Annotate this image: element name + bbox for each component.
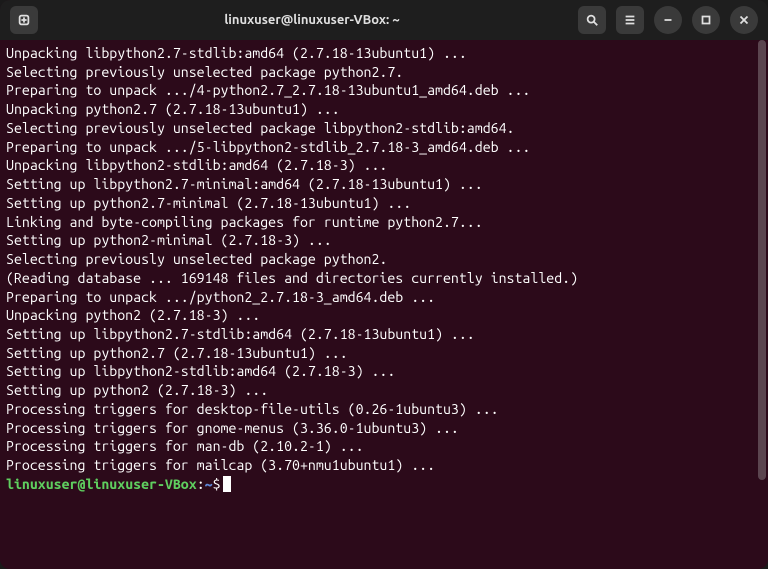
search-button[interactable] xyxy=(578,6,606,34)
terminal-line: Setting up libpython2.7-minimal:amd64 (2… xyxy=(6,175,762,194)
prompt-host: linuxuser-VBox xyxy=(85,476,196,492)
terminal-line: Linking and byte-compiling packages for … xyxy=(6,213,762,232)
terminal-line: Processing triggers for mailcap (3.70+nm… xyxy=(6,456,762,475)
terminal-body[interactable]: Unpacking libpython2.7-stdlib:amd64 (2.7… xyxy=(0,40,768,569)
terminal-line: Preparing to unpack .../4-python2.7_2.7.… xyxy=(6,81,762,100)
terminal-line: Processing triggers for gnome-menus (3.3… xyxy=(6,419,762,438)
terminal-line: Setting up libpython2-stdlib:amd64 (2.7.… xyxy=(6,362,762,381)
maximize-icon xyxy=(699,13,713,27)
maximize-button[interactable] xyxy=(692,6,720,34)
prompt-line: linuxuser@linuxuser-VBox:~$ xyxy=(6,475,762,494)
prompt-colon: : xyxy=(197,476,205,492)
terminal-line: Unpacking libpython2.7-stdlib:amd64 (2.7… xyxy=(6,44,762,63)
terminal-line: Preparing to unpack .../python2_2.7.18-3… xyxy=(6,288,762,307)
terminal-line: Unpacking python2.7 (2.7.18-13ubuntu1) .… xyxy=(6,100,762,119)
terminal-line: Setting up python2.7 (2.7.18-13ubuntu1) … xyxy=(6,344,762,363)
close-icon xyxy=(737,13,751,27)
cursor xyxy=(223,476,231,492)
terminal-line: Selecting previously unselected package … xyxy=(6,119,762,138)
new-tab-button[interactable] xyxy=(10,6,38,34)
titlebar: linuxuser@linuxuser-VBox: ~ xyxy=(0,0,768,40)
terminal-line: Selecting previously unselected package … xyxy=(6,250,762,269)
terminal-line: Setting up libpython2.7-stdlib:amd64 (2.… xyxy=(6,325,762,344)
terminal-line: Unpacking python2 (2.7.18-3) ... xyxy=(6,306,762,325)
prompt-path: ~ xyxy=(205,476,213,492)
prompt-user: linuxuser xyxy=(6,476,78,492)
terminal-line: Setting up python2 (2.7.18-3) ... xyxy=(6,381,762,400)
scrollbar[interactable] xyxy=(758,40,766,480)
terminal-line: Processing triggers for desktop-file-uti… xyxy=(6,400,762,419)
search-icon xyxy=(585,13,599,27)
menu-button[interactable] xyxy=(616,6,644,34)
terminal-line: Preparing to unpack .../5-libpython2-std… xyxy=(6,138,762,157)
terminal-line: Unpacking libpython2-stdlib:amd64 (2.7.1… xyxy=(6,156,762,175)
terminal-line: Setting up python2-minimal (2.7.18-3) ..… xyxy=(6,231,762,250)
terminal-line: (Reading database ... 169148 files and d… xyxy=(6,269,762,288)
hamburger-icon xyxy=(623,13,637,27)
terminal-window: linuxuser@linuxuser-VBox: ~ Unpacking li… xyxy=(0,0,768,569)
terminal-line: Setting up python2.7-minimal (2.7.18-13u… xyxy=(6,194,762,213)
minimize-icon xyxy=(661,13,675,27)
terminal-line: Processing triggers for man-db (2.10.2-1… xyxy=(6,437,762,456)
plus-tab-icon xyxy=(17,13,31,27)
prompt-dollar: $ xyxy=(213,476,221,492)
close-button[interactable] xyxy=(730,6,758,34)
minimize-button[interactable] xyxy=(654,6,682,34)
window-title: linuxuser@linuxuser-VBox: ~ xyxy=(52,13,572,27)
terminal-line: Selecting previously unselected package … xyxy=(6,63,762,82)
